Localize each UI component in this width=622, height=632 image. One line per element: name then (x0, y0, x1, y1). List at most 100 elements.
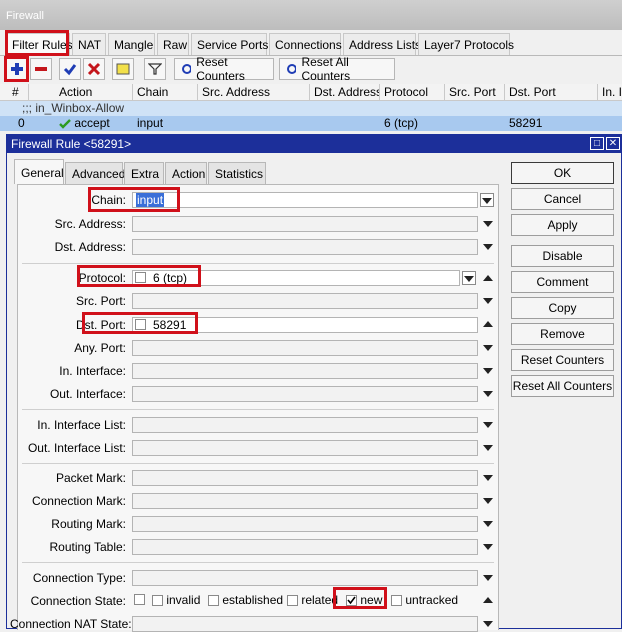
column-header[interactable]: # (8, 84, 29, 101)
remove-button[interactable] (30, 58, 52, 80)
comment-rule-button[interactable]: Comment (511, 271, 614, 293)
maximize-icon[interactable]: □ (590, 137, 604, 150)
expand-down-icon[interactable] (483, 244, 493, 250)
any-port-field[interactable] (132, 340, 478, 356)
routing-mark-field[interactable] (132, 516, 478, 532)
collapse-up-icon[interactable] (483, 597, 493, 603)
disable-button[interactable] (83, 58, 105, 80)
connection-state-negate-checkbox[interactable] (134, 594, 145, 605)
collapse-up-icon[interactable] (483, 275, 493, 281)
packet-mark-field[interactable] (132, 470, 478, 486)
expand-down-icon[interactable] (483, 221, 493, 227)
out-interface-field[interactable] (132, 386, 478, 402)
protocol-label: Protocol: (78, 271, 126, 285)
apply-button[interactable]: Apply (511, 214, 614, 236)
state-new-checkbox[interactable] (346, 595, 357, 607)
dst-address-field[interactable] (132, 239, 478, 255)
in-interface-field[interactable] (132, 363, 478, 379)
reset-icon (287, 64, 297, 74)
column-header[interactable]: Src. Port (445, 84, 505, 101)
filter-icon (148, 63, 162, 75)
tab-address-lists[interactable]: Address Lists (343, 33, 421, 55)
column-header[interactable]: Dst. Port (505, 84, 598, 101)
enable-button[interactable] (59, 58, 81, 80)
expand-down-icon[interactable] (483, 298, 493, 304)
expand-down-icon[interactable] (483, 575, 493, 581)
state-new-option[interactable]: new (346, 593, 382, 607)
expand-down-icon[interactable] (483, 368, 493, 374)
column-header[interactable]: Protocol (380, 84, 445, 101)
ok-button[interactable]: OK (511, 162, 614, 184)
add-button[interactable] (6, 58, 28, 80)
connection-state-options: invalid established related new untracke… (134, 593, 484, 609)
collapse-up-icon[interactable] (483, 321, 493, 327)
expand-down-icon[interactable] (483, 498, 493, 504)
expand-down-icon[interactable] (483, 391, 493, 397)
expand-down-icon[interactable] (483, 445, 493, 451)
connection-mark-field[interactable] (132, 493, 478, 509)
comment-button[interactable] (112, 58, 134, 80)
column-header[interactable]: Action (55, 84, 133, 101)
minus-icon (35, 67, 47, 71)
src-address-field[interactable] (132, 216, 478, 232)
dialog-tab-advanced[interactable]: Advanced (65, 162, 125, 184)
state-untracked-checkbox[interactable] (391, 595, 402, 607)
out-interface-list-field[interactable] (132, 440, 478, 456)
connection-nat-state-field[interactable] (132, 616, 478, 632)
column-header[interactable]: Src. Address (198, 84, 310, 101)
state-established-option[interactable]: established (208, 593, 283, 607)
reset-counters-dialog-button[interactable]: Reset Counters (511, 349, 614, 371)
reset-counters-button[interactable]: Reset Counters (174, 55, 274, 83)
protocol-negate-checkbox[interactable] (135, 272, 146, 283)
in-interface-list-field[interactable] (132, 417, 478, 433)
dialog-tab-statistics[interactable]: Statistics (208, 162, 266, 184)
state-related-checkbox[interactable] (287, 595, 298, 607)
filter-button[interactable] (144, 58, 166, 80)
expand-down-icon[interactable] (483, 345, 493, 351)
dialog-tab-extra[interactable]: Extra (124, 162, 164, 184)
expand-down-icon[interactable] (483, 544, 493, 550)
routing-table-field[interactable] (132, 539, 478, 555)
state-invalid-option[interactable]: invalid (152, 593, 200, 607)
reset-all-counters-dialog-button[interactable]: Reset All Counters (511, 375, 614, 397)
chain-field[interactable]: input (132, 192, 478, 208)
cancel-button[interactable]: Cancel (511, 188, 614, 210)
remove-rule-button[interactable]: Remove (511, 323, 614, 345)
column-header[interactable]: Chain (133, 84, 198, 101)
table-row[interactable]: 0 accept input 6 (tcp) 58291 (0, 116, 622, 131)
state-established-checkbox[interactable] (208, 595, 219, 607)
state-untracked-option[interactable]: untracked (391, 593, 458, 607)
tab-connections[interactable]: Connections (269, 33, 342, 55)
tab-filter-rules[interactable]: Filter Rules (6, 33, 73, 55)
dialog-tab-action[interactable]: Action (165, 162, 207, 184)
tab-mangle[interactable]: Mangle (108, 33, 155, 55)
reset-all-counters-button[interactable]: Reset All Counters (279, 55, 395, 83)
state-invalid-checkbox[interactable] (152, 595, 163, 607)
expand-down-icon[interactable] (483, 422, 493, 428)
tab-service-ports[interactable]: Service Ports (191, 33, 268, 55)
column-header[interactable]: In. I (598, 84, 622, 101)
dst-port-negate-checkbox[interactable] (135, 319, 146, 330)
in-interface-label: In. Interface: (59, 364, 126, 378)
expand-down-icon[interactable] (483, 475, 493, 481)
copy-button[interactable]: Copy (511, 297, 614, 319)
plus-icon (11, 63, 23, 75)
tab-nat[interactable]: NAT (72, 33, 106, 55)
dialog-tab-general[interactable]: General (14, 159, 64, 184)
close-icon[interactable]: ✕ (606, 137, 620, 150)
connection-type-field[interactable] (132, 570, 478, 586)
protocol-dropdown-button[interactable] (462, 271, 476, 285)
tab-layer7-protocols[interactable]: Layer7 Protocols (418, 33, 514, 55)
checkmark-icon (347, 596, 356, 605)
tab-raw[interactable]: Raw (157, 33, 189, 55)
protocol-field[interactable]: 6 (tcp) (132, 270, 460, 286)
expand-down-icon[interactable] (483, 521, 493, 527)
column-header[interactable]: Dst. Address (310, 84, 380, 101)
table-comment-row[interactable]: ;;; in_Winbox-Allow (0, 101, 622, 116)
chain-dropdown-button[interactable] (480, 193, 494, 207)
state-related-option[interactable]: related (287, 593, 338, 607)
dst-port-field[interactable]: 58291 (132, 317, 478, 333)
src-port-field[interactable] (132, 293, 478, 309)
expand-down-icon[interactable] (483, 621, 493, 627)
disable-rule-button[interactable]: Disable (511, 245, 614, 267)
